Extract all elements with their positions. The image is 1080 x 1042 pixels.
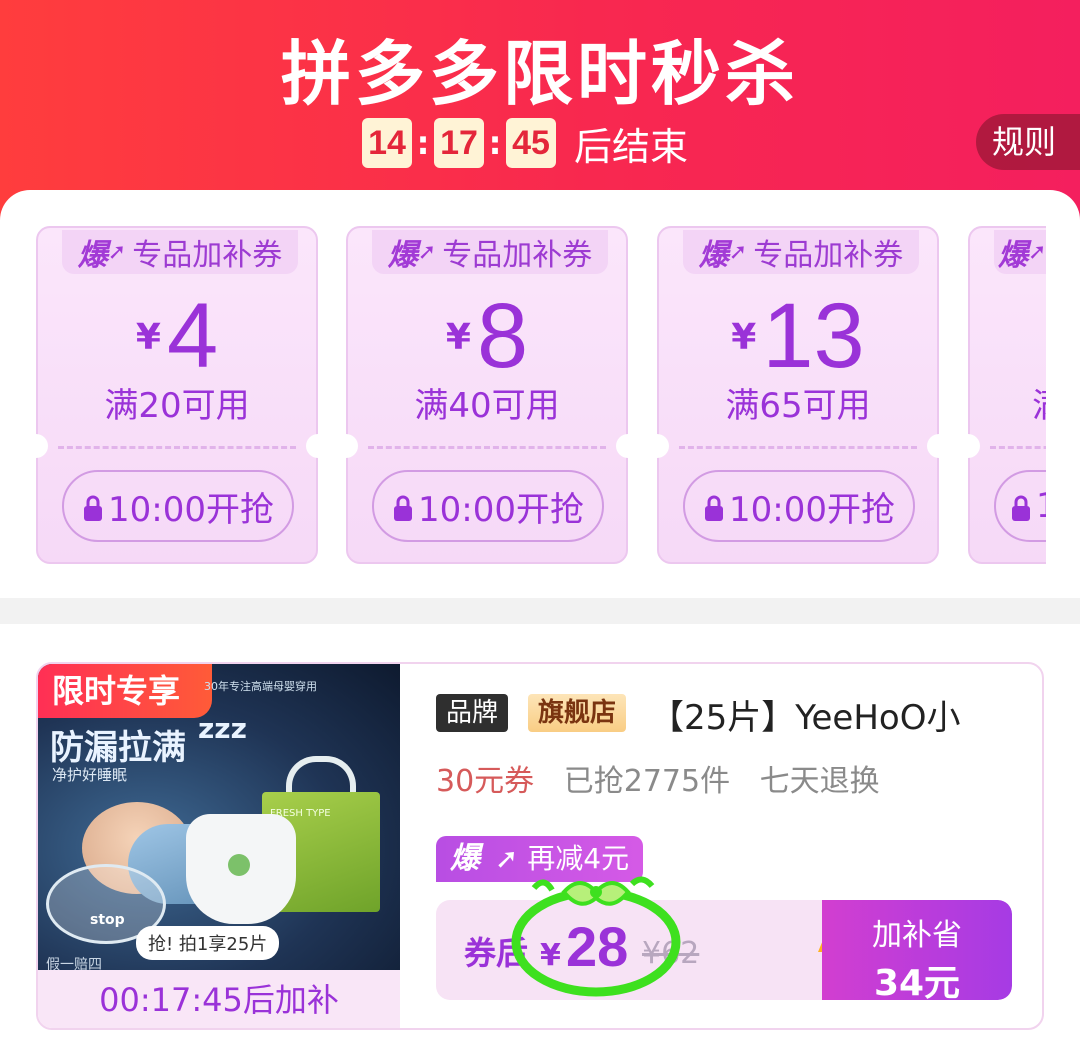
brand-tag: 品牌 xyxy=(436,694,509,732)
yen-symbol: ¥ xyxy=(731,317,757,358)
lock-icon xyxy=(84,495,102,521)
lock-icon xyxy=(1012,495,1030,521)
coupon-notch xyxy=(616,434,640,458)
coupon-notch xyxy=(968,434,980,458)
sold-count: 已抢2775件 xyxy=(563,764,731,799)
image-top-line: 30年专注高端母婴穿用 xyxy=(204,680,317,693)
countdown-minutes: 17 xyxy=(434,118,484,168)
coupon-amount: ¥4 xyxy=(38,284,316,389)
coupon-tag: 爆 ➚ 专品加补券 xyxy=(372,230,608,274)
page-title: 拼多多限时秒杀 xyxy=(281,33,799,115)
save-amount: 34元 xyxy=(873,963,961,1000)
yen-symbol: ¥ xyxy=(540,938,561,973)
up-arrow-icon: ➚ xyxy=(494,842,519,875)
product-image[interactable]: FRESH TYPE 限时专享 30年专注高端母婴穿用 防漏拉满 zzz 净护好… xyxy=(38,664,400,970)
sleep-zzz: zzz xyxy=(198,712,247,745)
final-price: 28 xyxy=(566,915,629,978)
coupon-grab-button[interactable]: 10:00开抢 xyxy=(62,470,294,542)
image-grab-label: 抢! 拍1享25片 xyxy=(136,926,280,960)
product-section: FRESH TYPE 限时专享 30年专注高端母婴穿用 防漏拉满 zzz 净护好… xyxy=(0,624,1080,1042)
coupon-card[interactable]: 爆 ➚ 专品加补券 ¥4 满20可用 10:00开抢 xyxy=(24,226,330,564)
product-meta: 30元券 已抢2775件 七天退换 xyxy=(436,756,880,800)
grab-label: 10:00开抢 xyxy=(729,489,895,530)
coupon-tag: 爆 ➚ 专品加补券 xyxy=(683,230,919,274)
coupon-tag-name: 专品加补券 xyxy=(753,238,904,273)
up-arrow-icon: ➚ xyxy=(107,239,127,265)
up-arrow-icon: ➚ xyxy=(1028,239,1046,265)
coupon-grab-button[interactable]: 1 xyxy=(994,470,1046,542)
countdown-separator: : xyxy=(488,124,502,162)
coupon-tag: 爆 ➚ 专品加补券 xyxy=(62,230,298,274)
product-title[interactable]: 【25片】YeeHoO小 xyxy=(650,690,1030,739)
image-bottom-text: 假一赔四 xyxy=(46,957,102,970)
coupon-amount: ¥8 xyxy=(348,284,626,389)
bao-label: 爆 xyxy=(698,238,729,273)
product-card[interactable]: FRESH TYPE 限时专享 30年专注高端母婴穿用 防漏拉满 zzz 净护好… xyxy=(36,662,1044,1030)
coupon-panel: 爆 ➚ 专品加补券 ¥4 满20可用 10:00开抢 爆 ➚ 专品加补券 ¥8 … xyxy=(0,190,1080,598)
coupon-value: 8 xyxy=(476,285,529,387)
coupon-condition: 满 xyxy=(970,378,1046,427)
coupon-divider xyxy=(990,446,1046,449)
coupon-text: 30元券 xyxy=(436,764,535,799)
return-policy: 七天退换 xyxy=(759,764,880,799)
rules-button[interactable]: 规则 xyxy=(976,114,1080,170)
up-arrow-icon: ➚ xyxy=(417,239,437,265)
coupon-value: 13 xyxy=(762,285,865,387)
coupon-clip: 爆 ➚ 满 1 xyxy=(968,226,1046,564)
coupon-grab-button[interactable]: 10:00开抢 xyxy=(372,470,604,542)
countdown-suffix: 后结束 xyxy=(574,124,689,169)
coupon-value: 4 xyxy=(166,285,219,387)
flagship-tag: 旗舰店 xyxy=(528,694,627,732)
coupon-condition: 满65可用 xyxy=(725,386,871,426)
coupon-notch xyxy=(24,434,48,458)
image-subline: 净护好睡眠 xyxy=(52,766,128,784)
yen-symbol: ¥ xyxy=(445,317,471,358)
extra-discount-text: 再减4元 xyxy=(527,842,630,875)
coupon-card[interactable]: 爆 ➚ 专品加补券 ¥8 满40可用 10:00开抢 xyxy=(334,226,640,564)
limited-badge: 限时专享 xyxy=(38,664,212,718)
header: 拼多多限时秒杀 14 : 17 : 45 后结束 规则 xyxy=(0,0,1080,220)
lock-icon xyxy=(394,495,412,521)
yen-symbol: ¥ xyxy=(135,317,161,358)
coupon-condition: 满20可用 xyxy=(104,386,250,426)
coupon-notch xyxy=(306,434,330,458)
bao-label: 爆 xyxy=(450,841,480,876)
coupon-divider xyxy=(679,446,917,449)
coupon-grab-button[interactable]: 10:00开抢 xyxy=(683,470,915,542)
original-price: ¥62 xyxy=(642,936,700,971)
coupon-divider xyxy=(368,446,606,449)
grab-label: 10:00开抢 xyxy=(418,489,584,530)
save-label: 加补省 xyxy=(872,918,962,953)
coupon-divider xyxy=(58,446,296,449)
save-badge: 加补省 34元 xyxy=(822,900,1012,1000)
coupon-tag: 爆 ➚ xyxy=(994,230,1046,274)
price-bar[interactable]: 券后 ¥ 28 ¥62 加补省 34元 xyxy=(436,900,1012,1000)
image-headline: 防漏拉满 xyxy=(50,728,186,768)
coupon-card[interactable]: 爆 ➚ 专品加补券 ¥13 满65可用 10:00开抢 xyxy=(645,226,951,564)
stop-label: stop xyxy=(90,912,125,928)
coupon-tag-name: 专品加补券 xyxy=(132,238,283,273)
countdown-hours: 14 xyxy=(362,118,412,168)
coupon-amount: ¥13 xyxy=(659,284,937,389)
grab-label: 1 xyxy=(1036,486,1046,526)
bao-label: 爆 xyxy=(387,238,418,273)
coupon-card[interactable]: 爆 ➚ 满 1 xyxy=(968,226,1046,564)
coupon-notch xyxy=(334,434,358,458)
bao-label: 爆 xyxy=(998,238,1028,273)
coupon-notch xyxy=(645,434,669,458)
countdown-seconds: 45 xyxy=(506,118,556,168)
coupon-condition: 满40可用 xyxy=(414,386,560,426)
countdown-separator: : xyxy=(416,124,430,162)
countdown: 14 : 17 : 45 后结束 xyxy=(362,117,688,169)
price-label: 券后 xyxy=(464,934,529,972)
coupon-tag-name: 专品加补券 xyxy=(442,238,593,273)
extra-discount-tag: 爆 ➚ 再减4元 xyxy=(436,836,644,882)
diaper-logo xyxy=(228,854,250,876)
coupon-notch xyxy=(927,434,951,458)
up-arrow-icon: ➚ xyxy=(728,239,748,265)
lock-icon xyxy=(705,495,723,521)
grab-label: 10:00开抢 xyxy=(108,489,274,530)
subsidy-timer: 00:17:45后加补 xyxy=(38,970,400,1028)
bao-label: 爆 xyxy=(77,238,108,273)
